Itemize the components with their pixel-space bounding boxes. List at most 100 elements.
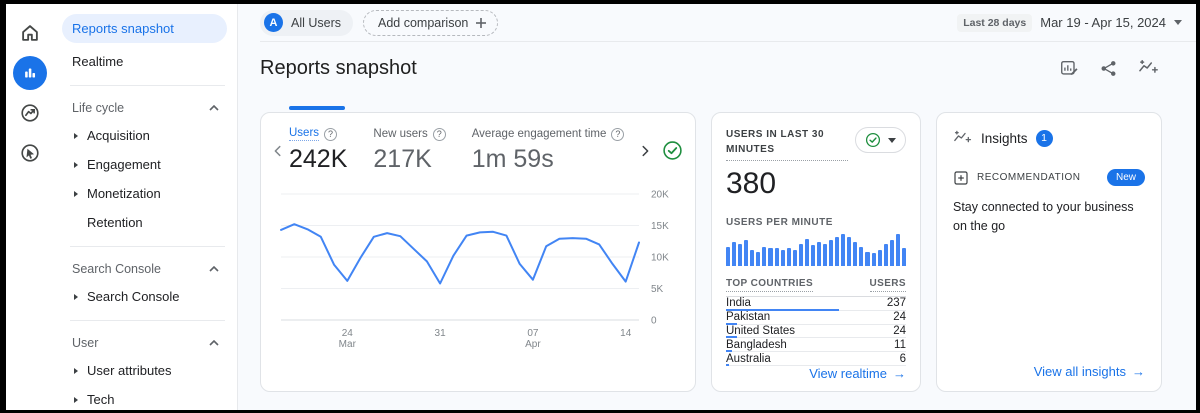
avatar: A xyxy=(264,13,283,32)
all-users-chip[interactable]: A All Users xyxy=(260,10,353,36)
date-range-selector[interactable]: Last 28 days Mar 19 - Apr 15, 2024 xyxy=(957,14,1182,32)
help-icon[interactable] xyxy=(324,128,337,141)
sidebar-section-search-console[interactable]: Search Console xyxy=(62,256,227,282)
metric-value-engagement: 1m 59s xyxy=(472,145,625,174)
realtime-users-value: 380 xyxy=(726,167,906,201)
reports-icon[interactable] xyxy=(13,56,47,90)
svg-text:24: 24 xyxy=(342,328,354,339)
customize-report-icon[interactable] xyxy=(1059,58,1079,78)
users-per-minute-label: USERS PER MINUTE xyxy=(726,217,906,228)
sidebar-item-engagement[interactable]: Engagement xyxy=(62,150,227,179)
svg-text:14: 14 xyxy=(620,328,632,339)
svg-text:31: 31 xyxy=(435,328,447,339)
chevron-right-icon[interactable] xyxy=(634,140,656,162)
svg-text:07: 07 xyxy=(527,328,539,339)
arrow-right-icon: → xyxy=(893,366,906,381)
metric-tab-avg-engagement-time[interactable]: Average engagement time 1m 59s xyxy=(472,128,625,174)
expand-triangle-icon xyxy=(74,368,78,374)
metric-header: Users 242K New users 217K Average engage… xyxy=(261,113,695,176)
chevron-up-icon xyxy=(209,105,219,111)
users-chart-area: 05K10K15K20K24Mar3107Apr14 xyxy=(261,176,695,357)
view-realtime-link[interactable]: View realtime → xyxy=(726,366,906,381)
overview-card: Users 242K New users 217K Average engage… xyxy=(260,112,696,392)
ga4-app: Reports snapshot Realtime Life cycle Acq… xyxy=(6,4,1196,410)
insights-title: Insights xyxy=(981,131,1028,146)
sidebar-item-user-attributes[interactable]: User attributes xyxy=(62,356,227,385)
page-title: Reports snapshot xyxy=(260,57,417,80)
sidebar-item-label: Reports snapshot xyxy=(72,21,174,36)
svg-text:15K: 15K xyxy=(651,221,669,232)
realtime-card: USERS IN LAST 30 MINUTES 380 USERS PER M… xyxy=(711,112,921,392)
chevron-up-icon xyxy=(209,266,219,272)
svg-text:10K: 10K xyxy=(651,253,669,264)
view-all-insights-link[interactable]: View all insights → xyxy=(953,364,1145,379)
main-content: A All Users Add comparison Last 28 days … xyxy=(238,4,1196,410)
realtime-status-dropdown[interactable] xyxy=(855,127,906,153)
help-icon[interactable] xyxy=(611,128,624,141)
date-range-text: Mar 19 - Apr 15, 2024 xyxy=(1040,15,1166,30)
svg-text:Apr: Apr xyxy=(525,339,541,350)
sidebar-section-user[interactable]: User xyxy=(62,330,227,356)
arrow-right-icon: → xyxy=(1132,364,1145,379)
metric-tab-new-users[interactable]: New users 217K xyxy=(373,128,445,174)
home-icon[interactable] xyxy=(13,16,47,50)
expand-triangle-icon xyxy=(74,133,78,139)
icon-rail xyxy=(6,4,54,410)
data-quality-check-icon[interactable] xyxy=(662,140,683,161)
chevron-up-icon xyxy=(209,340,219,346)
share-icon[interactable] xyxy=(1099,59,1118,78)
sidebar-item-reports-snapshot[interactable]: Reports snapshot xyxy=(62,14,227,43)
country-row: United States 24 xyxy=(726,325,906,339)
country-row: Pakistan 24 xyxy=(726,311,906,325)
sidebar-item-tech[interactable]: Tech xyxy=(62,385,227,410)
realtime-title: USERS IN LAST 30 MINUTES xyxy=(726,127,848,161)
users-line-chart: 05K10K15K20K24Mar3107Apr14 xyxy=(271,180,687,352)
sidebar-item-label: Realtime xyxy=(72,54,123,69)
cards-row: Users 242K New users 217K Average engage… xyxy=(260,112,1196,392)
recommendation-label: RECOMMENDATION xyxy=(977,172,1080,183)
country-bar-fill xyxy=(726,364,729,366)
expand-triangle-icon xyxy=(74,191,78,197)
add-comparison-button[interactable]: Add comparison xyxy=(363,10,498,36)
insights-icon xyxy=(953,129,973,147)
sidebar-item-realtime[interactable]: Realtime xyxy=(62,47,227,76)
date-preset-badge: Last 28 days xyxy=(957,14,1032,32)
expand-triangle-icon xyxy=(74,294,78,300)
svg-text:20K: 20K xyxy=(651,190,669,201)
divider xyxy=(70,320,225,321)
plus-icon xyxy=(475,17,487,29)
explore-icon[interactable] xyxy=(13,96,47,130)
users-per-minute-bars xyxy=(726,234,906,266)
insights-card: Insights 1 RECOMMENDATION New Stay conne… xyxy=(936,112,1162,392)
svg-text:Mar: Mar xyxy=(339,339,357,350)
sidebar-item-acquisition[interactable]: Acquisition xyxy=(62,121,227,150)
sidebar-section-life-cycle[interactable]: Life cycle xyxy=(62,95,227,121)
country-row: India 237 xyxy=(726,297,906,311)
sidebar-item-retention[interactable]: Retention xyxy=(62,208,227,237)
sidebar: Reports snapshot Realtime Life cycle Acq… xyxy=(54,4,238,410)
comparison-bar: A All Users Add comparison Last 28 days … xyxy=(260,4,1196,42)
check-circle-icon xyxy=(865,132,881,148)
page-header: Reports snapshot xyxy=(260,42,1196,88)
sidebar-item-monetization[interactable]: Monetization xyxy=(62,179,227,208)
sidebar-item-search-console[interactable]: Search Console xyxy=(62,282,227,311)
expand-triangle-icon xyxy=(74,162,78,168)
recommendation-icon xyxy=(953,170,969,186)
metric-value-users: 242K xyxy=(289,145,347,174)
insights-icon[interactable] xyxy=(1138,58,1160,78)
countries-table-header: TOP COUNTRIES USERS xyxy=(726,278,906,297)
active-tab-indicator xyxy=(289,106,345,110)
svg-text:0: 0 xyxy=(651,316,657,327)
help-icon[interactable] xyxy=(433,128,446,141)
chevron-left-icon[interactable] xyxy=(267,140,289,162)
insights-count-badge: 1 xyxy=(1036,130,1053,147)
metric-tab-users[interactable]: Users 242K xyxy=(289,127,347,174)
caret-down-icon xyxy=(888,138,896,143)
recommendation-text[interactable]: Stay connected to your business on the g… xyxy=(953,198,1145,236)
divider xyxy=(70,85,225,86)
advertising-icon[interactable] xyxy=(13,136,47,170)
caret-down-icon xyxy=(1174,20,1182,25)
country-row: Bangladesh 11 xyxy=(726,338,906,352)
divider xyxy=(70,246,225,247)
metric-value-new-users: 217K xyxy=(373,145,445,174)
